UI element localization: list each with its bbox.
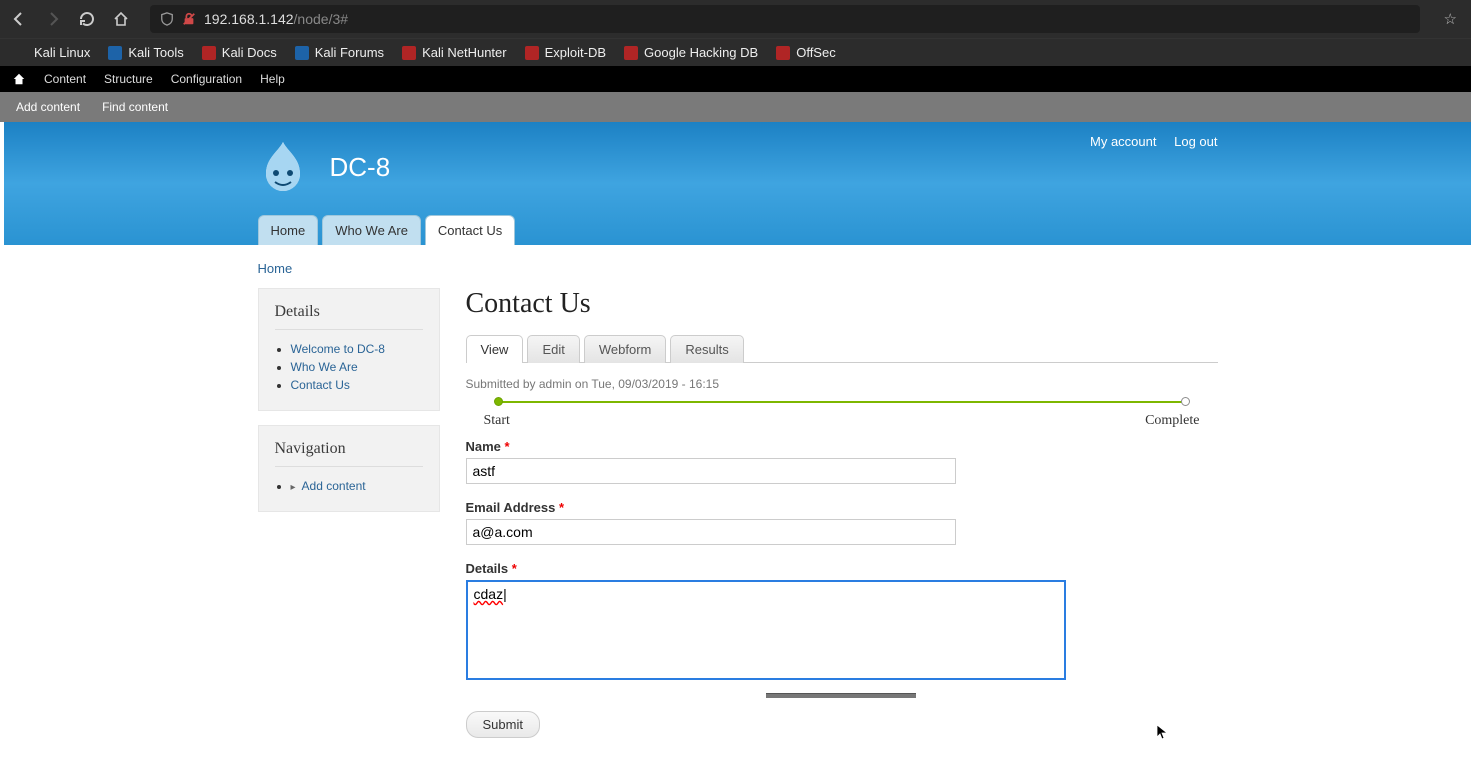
logout-link[interactable]: Log out	[1174, 134, 1217, 149]
sidebar-link[interactable]: Contact Us	[291, 378, 350, 392]
textarea-grip[interactable]	[766, 693, 916, 698]
bookmark-label: Kali Docs	[222, 45, 277, 60]
sidebar-link[interactable]: Who We Are	[291, 360, 358, 374]
bookmark-label: Exploit-DB	[545, 45, 606, 60]
local-tab[interactable]: Webform	[584, 335, 667, 363]
admin-home-icon[interactable]	[12, 72, 26, 86]
admin-sub-add-content[interactable]: Add content	[16, 100, 80, 114]
my-account-link[interactable]: My account	[1090, 134, 1156, 149]
user-links: My account Log out	[1076, 134, 1217, 149]
lock-insecure-icon	[182, 12, 196, 26]
progress-label-start: Start	[484, 413, 510, 429]
admin-link-help[interactable]: Help	[260, 72, 285, 86]
primary-tab[interactable]: Contact Us	[425, 215, 515, 245]
bookmark-item[interactable]: Kali Tools	[108, 45, 183, 60]
bookmark-label: Kali Tools	[128, 45, 183, 60]
bookmark-favicon-icon	[624, 46, 638, 60]
bookmark-label: Kali NetHunter	[422, 45, 507, 60]
webform-progress	[466, 397, 1218, 407]
bookmark-favicon-icon	[525, 46, 539, 60]
progress-dot-start	[494, 397, 503, 406]
admin-sub-find-content[interactable]: Find content	[102, 100, 168, 114]
browser-forward-button[interactable]	[42, 8, 64, 30]
bookmark-item[interactable]: Kali NetHunter	[402, 45, 507, 60]
bookmark-item[interactable]: Kali Forums	[295, 45, 384, 60]
local-tab[interactable]: View	[466, 335, 524, 363]
bookmark-favicon-icon	[14, 46, 28, 60]
browser-reload-button[interactable]	[76, 8, 98, 30]
browser-home-button[interactable]	[110, 8, 132, 30]
bookmark-bar: Kali Linux Kali Tools Kali Docs Kali Forums…	[0, 38, 1471, 66]
site-header: My account Log out DC-8 HomeWho We AreCo…	[4, 122, 1471, 245]
browser-back-button[interactable]	[8, 8, 30, 30]
bookmark-label: Kali Linux	[34, 45, 90, 60]
main-content: Contact Us ViewEditWebformResults Submit…	[466, 288, 1218, 754]
email-field[interactable]	[466, 519, 956, 545]
sidebar: Details Welcome to DC-8 Who We Are Contact…	[258, 288, 440, 526]
list-item: Welcome to DC-8	[291, 342, 423, 356]
sidebar-link[interactable]: Add content	[302, 479, 366, 493]
bookmark-item[interactable]: Exploit-DB	[525, 45, 606, 60]
url-text: 192.168.1.142/node/3#	[204, 11, 348, 27]
browser-toolbar: 192.168.1.142/node/3# ☆	[0, 0, 1471, 38]
list-item: Add content	[291, 479, 423, 493]
block-details: Details Welcome to DC-8 Who We Are Contact…	[258, 288, 440, 411]
bookmark-item[interactable]: OffSec	[776, 45, 836, 60]
label-email: Email Address *	[466, 500, 1218, 515]
list-item: Who We Are	[291, 360, 423, 374]
bookmark-label: Google Hacking DB	[644, 45, 758, 60]
drupal-logo-icon[interactable]	[258, 140, 308, 195]
breadcrumb: Home	[258, 257, 1218, 288]
submit-button[interactable]: Submit	[466, 711, 540, 738]
shield-icon	[160, 12, 174, 26]
bookmark-label: Kali Forums	[315, 45, 384, 60]
local-tab[interactable]: Edit	[527, 335, 579, 363]
bookmark-favicon-icon	[776, 46, 790, 60]
local-tab[interactable]: Results	[670, 335, 743, 363]
site-name[interactable]: DC-8	[330, 152, 391, 183]
label-name: Name *	[466, 439, 1218, 454]
name-field[interactable]	[466, 458, 956, 484]
bookmark-item[interactable]: Kali Docs	[202, 45, 277, 60]
url-bar[interactable]: 192.168.1.142/node/3#	[150, 5, 1420, 33]
primary-tab[interactable]: Who We Are	[322, 215, 421, 245]
bookmark-item[interactable]: Kali Linux	[14, 45, 90, 60]
submitted-meta: Submitted by admin on Tue, 09/03/2019 - …	[466, 377, 1218, 391]
drupal-admin-subtoolbar: Add content Find content	[0, 92, 1471, 122]
breadcrumb-home[interactable]: Home	[258, 261, 293, 276]
primary-nav-tabs: HomeWho We AreContact Us	[258, 215, 516, 245]
bookmark-favicon-icon	[108, 46, 122, 60]
drupal-admin-toolbar: Content Structure Configuration Help	[0, 66, 1471, 92]
list-item: Contact Us	[291, 378, 423, 392]
label-details: Details *	[466, 561, 1218, 576]
bookmark-favicon-icon	[202, 46, 216, 60]
admin-link-configuration[interactable]: Configuration	[171, 72, 242, 86]
block-details-title: Details	[275, 303, 423, 321]
block-navigation: Navigation Add content	[258, 425, 440, 512]
admin-link-content[interactable]: Content	[44, 72, 86, 86]
bookmark-favicon-icon	[295, 46, 309, 60]
page-title: Contact Us	[466, 288, 1218, 320]
primary-tab[interactable]: Home	[258, 215, 319, 245]
bookmark-favicon-icon	[402, 46, 416, 60]
mouse-cursor-icon	[466, 738, 1218, 754]
progress-dot-end	[1181, 397, 1190, 406]
admin-link-structure[interactable]: Structure	[104, 72, 153, 86]
bookmark-star-icon[interactable]: ☆	[1444, 10, 1457, 28]
details-textarea[interactable]: cdaz|	[466, 580, 1066, 680]
progress-label-end: Complete	[1145, 413, 1199, 429]
bookmark-item[interactable]: Google Hacking DB	[624, 45, 758, 60]
block-navigation-title: Navigation	[275, 440, 423, 458]
bookmark-label: OffSec	[796, 45, 836, 60]
sidebar-link[interactable]: Welcome to DC-8	[291, 342, 385, 356]
local-tabs: ViewEditWebformResults	[466, 334, 1218, 363]
